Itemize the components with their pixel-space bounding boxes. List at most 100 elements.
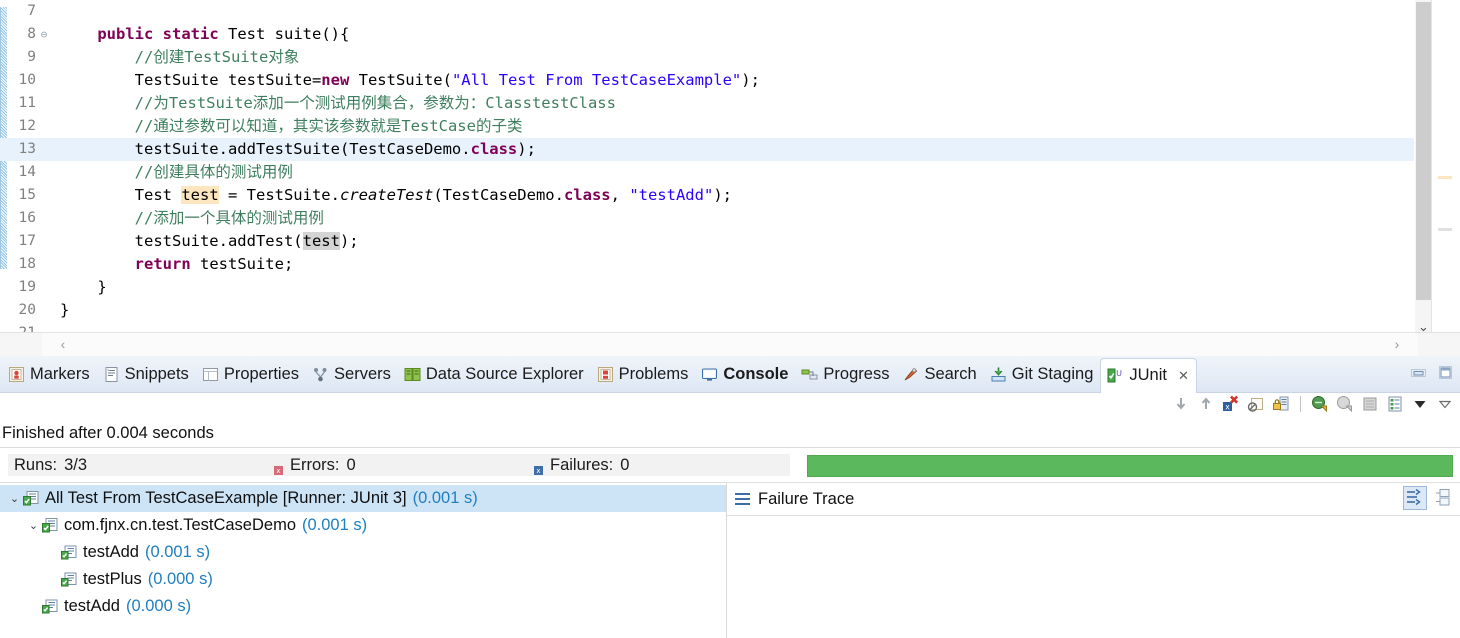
junit-toolbar-icons[interactable]: x ✖: [1172, 393, 1454, 413]
code-text: testSuite.addTestSuite(TestCaseDemo.clas…: [60, 140, 536, 158]
tree-item-label: testAdd: [83, 543, 139, 561]
rerun-test-icon[interactable]: [1311, 395, 1329, 413]
stop-icon[interactable]: [1361, 395, 1379, 413]
lock-scroll-icon[interactable]: [1272, 395, 1290, 413]
failure-trace-header: Failure Trace: [727, 483, 1460, 516]
code-line[interactable]: 12 //通过参数可以知道，其实该参数就是TestCase的子类: [0, 115, 1414, 138]
tree-item[interactable]: testAdd (0.000 s): [0, 593, 726, 620]
junit-results: ⌄ All Test From TestCaseExample [Runner: …: [0, 483, 1460, 638]
code-text: //通过参数可以知道，其实该参数就是TestCase的子类: [60, 117, 523, 135]
code-text: Test test = TestSuite.createTest(TestCas…: [60, 186, 732, 204]
tree-item[interactable]: testPlus (0.000 s): [0, 566, 726, 593]
java-editor[interactable]: 7 8 ⊖ public static Test suite(){9 //创建Tes…: [0, 0, 1460, 338]
tab-progress[interactable]: Progress: [795, 356, 896, 392]
junit-progress-bar: [807, 455, 1453, 477]
junit-counters: Runs: 3/3 x Errors: 0 x Failures: 0: [0, 448, 1460, 483]
tab-console[interactable]: Console: [695, 356, 795, 392]
code-line[interactable]: 14 //创建具体的测试用例: [0, 161, 1414, 184]
show-failures-only-icon[interactable]: x ✖: [1222, 393, 1240, 413]
line-number: 18: [18, 256, 36, 272]
test-case-icon: [61, 571, 78, 588]
code-text: public static Test suite(){: [97, 25, 350, 43]
scrollbar-track[interactable]: [42, 333, 1418, 357]
code-line[interactable]: 8 ⊖ public static Test suite(){: [0, 23, 1414, 46]
progress-icon: [801, 366, 818, 383]
test-run-history-icon[interactable]: [1386, 395, 1404, 413]
junit-status-line: Finished after 0.004 seconds: [0, 420, 1460, 448]
code-line[interactable]: 15 Test test = TestSuite.createTest(Test…: [0, 184, 1414, 207]
view-menu-icon[interactable]: [1411, 395, 1429, 413]
tab-problems[interactable]: Problems: [591, 356, 696, 392]
tree-item[interactable]: ⌄ com.fjnx.cn.test.TestCaseDemo (0.001 s): [0, 512, 726, 539]
overview-ruler[interactable]: [1431, 0, 1460, 338]
expand-arrow-icon[interactable]: ⌄: [6, 492, 23, 505]
svg-text:✖: ✖: [1229, 395, 1239, 407]
counter-label: Errors:: [290, 455, 340, 474]
tab-servers[interactable]: Servers: [306, 356, 398, 392]
tab-label: Data Source Explorer: [425, 364, 584, 383]
datasource-icon: [404, 366, 421, 383]
view-tabs[interactable]: Markers Snippets Properties Servers Data Sou…: [0, 356, 1197, 393]
counter-runs: Runs: 3/3: [8, 454, 270, 476]
view-window-buttons[interactable]: [1410, 365, 1454, 380]
code-text: TestSuite testSuite=new TestSuite("All T…: [60, 71, 760, 89]
fold-collapse-icon[interactable]: ⊖: [36, 23, 52, 46]
svg-text:U: U: [1116, 369, 1122, 378]
line-number: 17: [18, 233, 36, 249]
scrollbar-thumb[interactable]: [1416, 2, 1431, 300]
tab-git-staging[interactable]: Git Staging: [984, 356, 1101, 392]
console-icon: [701, 366, 718, 383]
code-text: return testSuite;: [134, 255, 294, 273]
previous-failed-test-icon[interactable]: [1197, 395, 1215, 413]
code-line[interactable]: 11 //为TestSuite添加一个测试用例集合，参数为：ClasstestC…: [0, 92, 1414, 115]
editor-vertical-scrollbar[interactable]: ⌄: [1415, 0, 1432, 338]
code-line[interactable]: 18 return testSuite;: [0, 253, 1414, 276]
servers-icon: [312, 366, 329, 383]
code-line[interactable]: 10 TestSuite testSuite=new TestSuite("Al…: [0, 69, 1414, 92]
code-line[interactable]: 16 //添加一个具体的测试用例: [0, 207, 1414, 230]
source-code-area[interactable]: 7 8 ⊖ public static Test suite(){9 //创建Tes…: [0, 0, 1414, 338]
rerun-failed-test-icon[interactable]: [1336, 395, 1354, 413]
code-line[interactable]: 7: [0, 0, 1414, 23]
line-number: 7: [27, 3, 36, 19]
tree-item-duration: (0.000 s): [147, 570, 213, 588]
tab-snippets[interactable]: Snippets: [97, 356, 196, 392]
maximize-button[interactable]: [1437, 365, 1454, 380]
code-line[interactable]: 17 testSuite.addTest(test);: [0, 230, 1414, 253]
minimize-view-icon[interactable]: [1436, 395, 1454, 413]
code-line[interactable]: 19 }: [0, 276, 1414, 299]
failure-trace-tools[interactable]: [1403, 486, 1455, 510]
close-icon[interactable]: ✕: [1178, 368, 1189, 384]
chevron-right-icon[interactable]: ›: [1376, 333, 1418, 356]
tree-item[interactable]: testAdd (0.001 s): [0, 539, 726, 566]
editor-horizontal-scrollbar[interactable]: ‹ ›: [0, 332, 1460, 357]
next-failed-test-icon[interactable]: [1172, 395, 1190, 413]
chevron-left-icon[interactable]: ‹: [42, 333, 84, 356]
expand-arrow-icon[interactable]: ⌄: [25, 519, 42, 532]
code-line[interactable]: 13 testSuite.addTestSuite(TestCaseDemo.c…: [0, 138, 1414, 161]
test-case-icon: [61, 544, 78, 561]
tab-properties[interactable]: Properties: [196, 356, 306, 392]
tab-data-source-explorer[interactable]: Data Source Explorer: [398, 356, 591, 392]
minimize-button[interactable]: [1410, 365, 1427, 380]
code-line[interactable]: 9 //创建TestSuite对象: [0, 46, 1414, 69]
code-line[interactable]: 20}: [0, 299, 1414, 322]
tab-markers[interactable]: Markers: [2, 356, 97, 392]
test-result-tree[interactable]: ⌄ All Test From TestCaseExample [Runner: …: [0, 483, 727, 638]
git-staging-icon: [990, 366, 1007, 383]
tab-label: JUnit: [1129, 366, 1167, 384]
tab-junit[interactable]: U JUnit ✕: [1100, 357, 1197, 393]
tab-label: Progress: [823, 364, 890, 383]
test-suite-icon: [42, 517, 59, 534]
copy-trace-icon[interactable]: [1433, 487, 1455, 509]
show-ignored-icon[interactable]: [1247, 395, 1265, 413]
tab-search[interactable]: Search: [896, 356, 983, 392]
tree-item[interactable]: ⌄ All Test From TestCaseExample [Runner: …: [0, 485, 726, 512]
tab-label: Console: [723, 364, 789, 383]
tree-item-label: testPlus: [83, 570, 142, 588]
test-case-icon: [42, 598, 59, 615]
toolbar-separator: [1300, 396, 1301, 412]
code-text: testSuite.addTest(test);: [60, 232, 359, 250]
ruler-occurrence-mark: [1438, 228, 1452, 231]
compare-result-icon[interactable]: [1403, 486, 1427, 510]
